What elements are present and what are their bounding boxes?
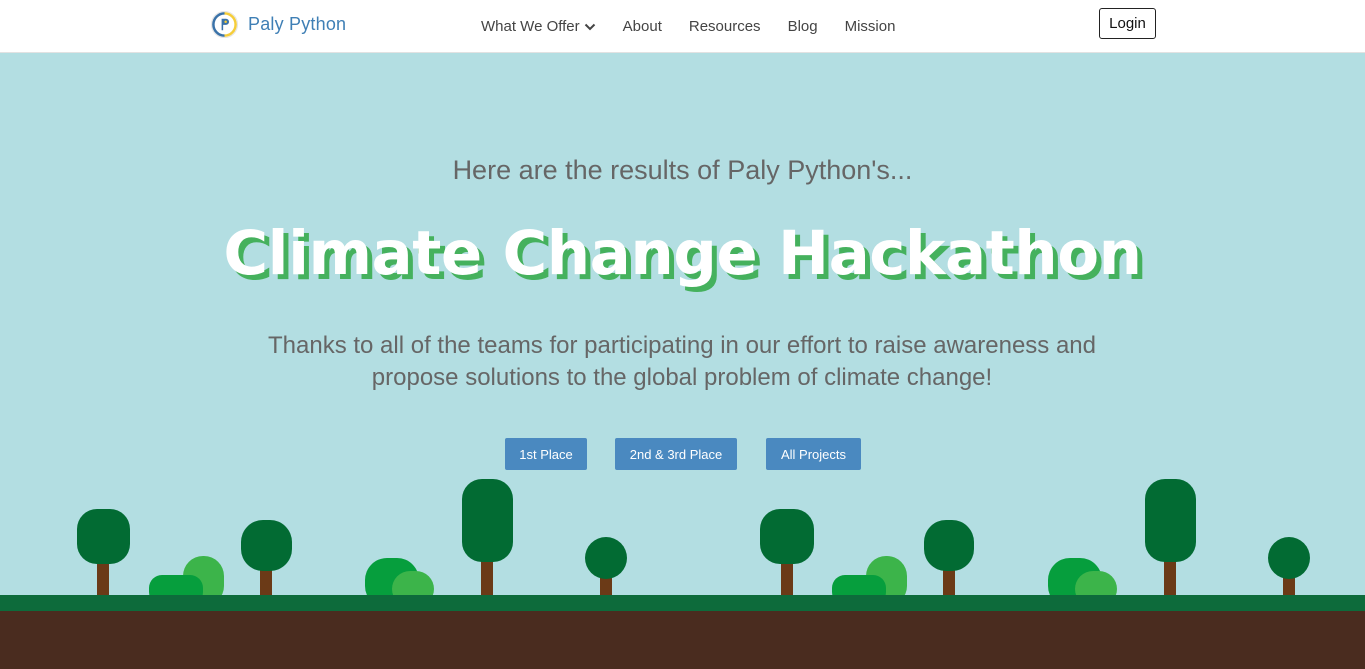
dirt-ground: [0, 611, 1365, 669]
nav-item-what-we-offer[interactable]: What We Offer: [481, 18, 596, 35]
nav-links: What We Offer About Resources Blog Missi…: [481, 0, 895, 53]
grass-strip: [0, 595, 1365, 611]
results-buttons: 1st Place 2nd & 3rd Place All Projects: [0, 438, 1365, 470]
nav-item-mission[interactable]: Mission: [845, 18, 896, 35]
right-forest: [760, 479, 1310, 608]
nav-item-label: What We Offer: [481, 18, 580, 35]
nav-item-about[interactable]: About: [623, 18, 662, 35]
chevron-down-icon: [584, 23, 595, 30]
nav-item-resources[interactable]: Resources: [689, 18, 761, 35]
python-logo-icon: [210, 10, 239, 38]
left-forest: [77, 479, 627, 608]
login-button[interactable]: Login: [1099, 8, 1156, 39]
hero-subtitle: Here are the results of Paly Python's...: [452, 155, 913, 185]
navbar: Paly Python What We Offer About Resource…: [0, 0, 1365, 53]
brand-name: Paly Python: [248, 13, 347, 34]
all-projects-button[interactable]: All Projects: [766, 438, 861, 470]
hero-description: Thanks to all of the teams for participa…: [268, 332, 1096, 391]
first-place-button[interactable]: 1st Place: [505, 438, 587, 470]
brand-link[interactable]: Paly Python: [210, 9, 346, 39]
hero-title: Climate Change Hackathon: [223, 218, 1142, 289]
second-third-place-button[interactable]: 2nd & 3rd Place: [615, 438, 737, 470]
nav-item-blog[interactable]: Blog: [788, 18, 818, 35]
